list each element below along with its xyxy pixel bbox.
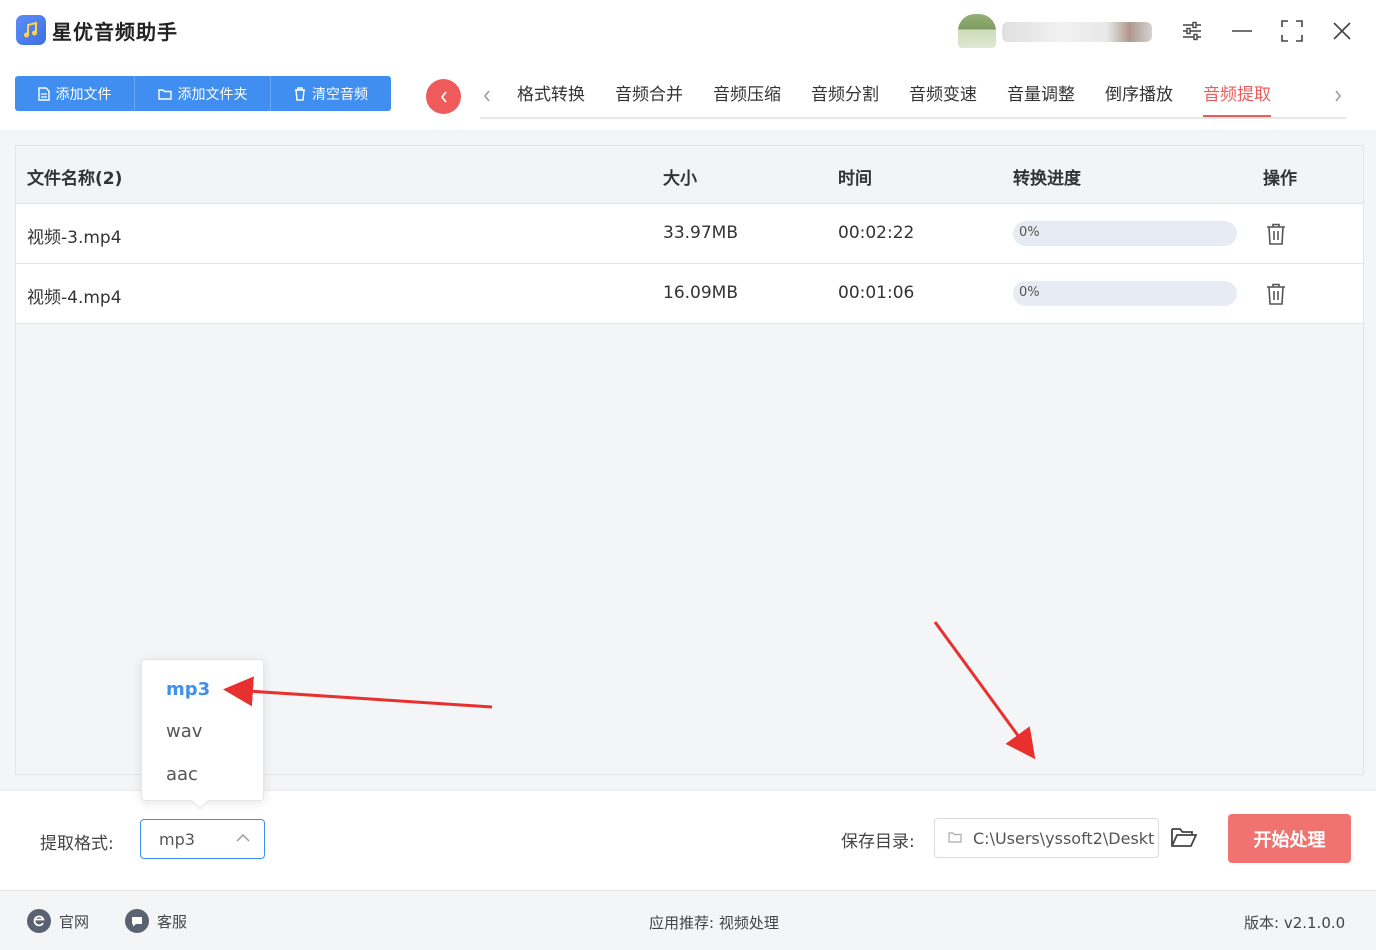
user-account[interactable]	[958, 14, 1152, 48]
support-link[interactable]: 客服	[125, 909, 187, 933]
tab-volume-adjust[interactable]: 音量调整	[992, 80, 1090, 118]
file-size-cell: 33.97MB	[663, 223, 738, 243]
folder-icon	[948, 832, 962, 843]
header-time: 时间	[838, 169, 872, 189]
format-label: 提取格式:	[40, 834, 114, 854]
app-recommendation[interactable]: 应用推荐: 视频处理	[649, 912, 779, 933]
header-size: 大小	[663, 169, 697, 189]
folder-icon	[157, 88, 172, 100]
tab-audio-merge[interactable]: 音频合并	[600, 80, 698, 118]
browser-e-icon	[27, 909, 51, 933]
file-button-group: 添加文件 添加文件夹 清空音频	[15, 76, 391, 111]
chat-bubble-icon	[125, 909, 149, 933]
progress-bar: 0%	[1013, 221, 1237, 246]
format-option-mp3[interactable]: mp3	[166, 679, 210, 700]
clear-audio-button[interactable]: 清空音频	[271, 76, 391, 111]
header-file-name: 文件名称(2)	[27, 169, 123, 189]
user-name-redacted	[1002, 22, 1152, 42]
format-select-value: mp3	[159, 830, 195, 849]
save-path-input[interactable]: C:\Users\yssoft2\Deskt	[934, 818, 1159, 858]
progress-text: 0%	[1019, 285, 1040, 300]
settings-sliders-icon[interactable]	[1177, 16, 1207, 46]
header-progress: 转换进度	[1013, 169, 1081, 189]
minimize-icon[interactable]	[1227, 16, 1257, 46]
save-dir-label: 保存目录:	[841, 832, 915, 852]
file-name-cell: 视频-4.mp4	[27, 288, 122, 308]
tabs-scroll-left-icon[interactable]	[477, 84, 497, 108]
tab-audio-speed[interactable]: 音频变速	[894, 80, 992, 118]
tab-underline-divider	[480, 117, 1346, 119]
table-row[interactable]: 视频-3.mp4 33.97MB 00:02:22 0%	[16, 204, 1363, 264]
start-processing-button[interactable]: 开始处理	[1228, 814, 1351, 863]
file-name-cell: 视频-3.mp4	[27, 228, 122, 248]
tab-reverse-play[interactable]: 倒序播放	[1090, 80, 1188, 118]
format-dropdown-menu: mp3 wav aac	[141, 659, 264, 810]
header-action: 操作	[1263, 169, 1297, 189]
clear-audio-label: 清空音频	[312, 86, 368, 103]
progress-text: 0%	[1019, 225, 1040, 240]
add-folder-label: 添加文件夹	[177, 86, 248, 103]
progress-bar: 0%	[1013, 281, 1237, 306]
settings-panel: 提取格式: mp3 保存目录: C:\Users\yssoft2\Deskt 开…	[0, 790, 1376, 888]
maximize-icon[interactable]	[1277, 16, 1307, 46]
back-button[interactable]	[426, 79, 461, 114]
app-logo-icon	[16, 15, 46, 45]
support-label: 客服	[157, 912, 188, 931]
chevron-up-icon	[236, 833, 250, 842]
chevron-left-icon	[440, 90, 447, 103]
add-file-label: 添加文件	[55, 86, 112, 103]
title-bar: 星优音频助手	[0, 0, 1376, 62]
format-option-wav[interactable]: wav	[166, 721, 202, 742]
delete-row-trash-icon[interactable]	[1264, 222, 1288, 246]
format-select[interactable]: mp3	[140, 819, 265, 859]
table-row[interactable]: 视频-4.mp4 16.09MB 00:01:06 0%	[16, 264, 1363, 324]
status-bar: 官网 客服 应用推荐: 视频处理 版本: v2.1.0.0	[0, 890, 1376, 950]
app-title: 星优音频助手	[52, 20, 178, 44]
tabs-scroll-right-icon[interactable]	[1328, 84, 1348, 108]
file-icon	[37, 86, 50, 101]
avatar[interactable]	[958, 14, 996, 48]
open-folder-icon[interactable]	[1170, 825, 1198, 851]
tab-audio-split[interactable]: 音频分割	[796, 80, 894, 118]
file-time-cell: 00:01:06	[838, 283, 915, 303]
tab-audio-compress[interactable]: 音频压缩	[698, 80, 796, 118]
delete-row-trash-icon[interactable]	[1264, 282, 1288, 306]
save-path-text: C:\Users\yssoft2\Deskt	[973, 829, 1155, 848]
close-icon[interactable]	[1327, 16, 1357, 46]
add-file-button[interactable]: 添加文件	[15, 76, 135, 111]
format-option-aac[interactable]: aac	[166, 764, 198, 785]
trash-icon	[295, 86, 305, 101]
tab-format-convert[interactable]: 格式转换	[502, 80, 600, 118]
website-label: 官网	[59, 912, 90, 931]
version-text: 版本: v2.1.0.0	[1244, 914, 1346, 932]
website-link[interactable]: 官网	[27, 909, 89, 933]
file-size-cell: 16.09MB	[663, 283, 738, 303]
tab-audio-extract[interactable]: 音频提取	[1188, 80, 1286, 118]
table-header: 文件名称(2) 大小 时间 转换进度 操作	[16, 146, 1363, 204]
file-time-cell: 00:02:22	[838, 223, 915, 243]
function-tabs: 格式转换 音频合并 音频压缩 音频分割 音频变速 音量调整 倒序播放 音频提取	[502, 80, 1286, 120]
add-folder-button[interactable]: 添加文件夹	[135, 76, 271, 111]
